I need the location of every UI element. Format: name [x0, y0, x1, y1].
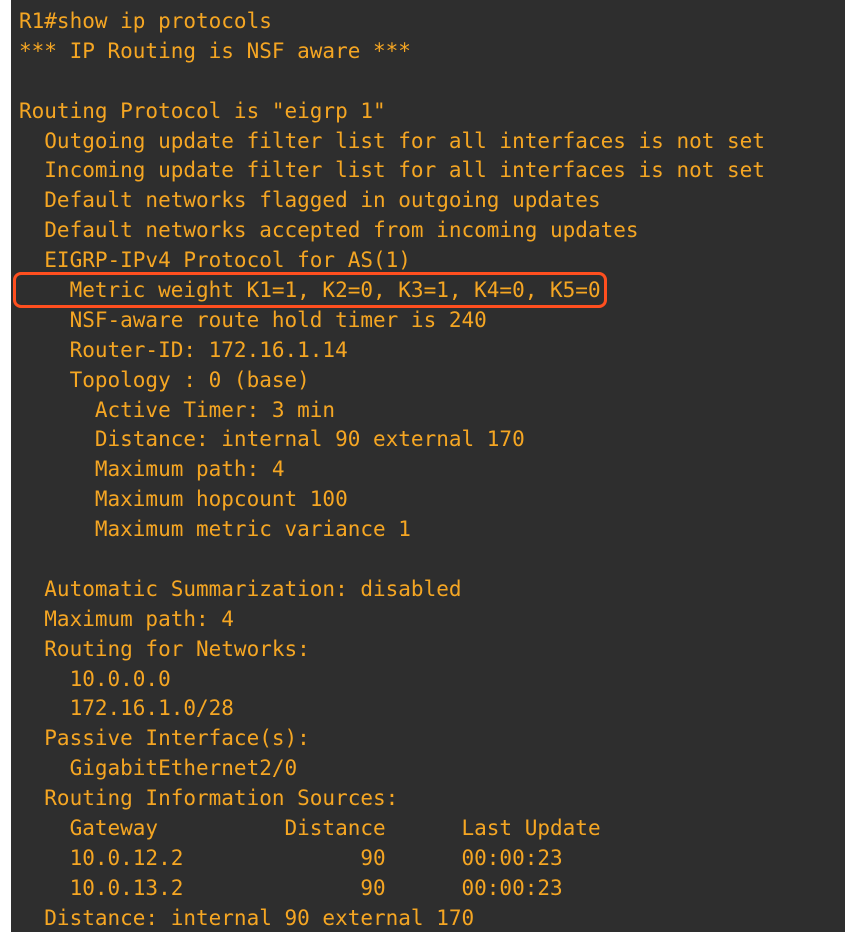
terminal-line: Active Timer: 3 min	[11, 396, 845, 426]
terminal-line: Routing Protocol is "eigrp 1"	[11, 97, 845, 127]
terminal-line-text: GigabitEthernet2/0	[19, 756, 298, 781]
terminal-line-text: *** IP Routing is NSF aware ***	[19, 38, 411, 63]
terminal-line-text: Routing Information Sources:	[19, 786, 399, 811]
terminal-line-text: Topology : 0 (base)	[19, 367, 310, 392]
terminal-line-text: 10.0.0.0	[19, 666, 171, 691]
terminal-line: EIGRP-IPv4 Protocol for AS(1)	[11, 246, 845, 276]
terminal-line-text: Routing Protocol is "eigrp 1"	[19, 98, 386, 123]
terminal-line: Gateway Distance Last Update	[11, 814, 845, 844]
terminal-line-text: EIGRP-IPv4 Protocol for AS(1)	[19, 248, 411, 273]
terminal-line-text: Distance: internal 90 external 170	[19, 905, 475, 930]
terminal-line: Default networks flagged in outgoing upd…	[11, 186, 845, 216]
terminal-line: 172.16.1.0/28	[11, 694, 845, 724]
terminal-line-text: Router-ID: 172.16.1.14	[19, 337, 348, 362]
terminal-line-text: Passive Interface(s):	[19, 726, 310, 751]
terminal-line: Router-ID: 172.16.1.14	[11, 336, 845, 366]
terminal-line: Maximum path: 4	[11, 605, 845, 635]
terminal-line: Default networks accepted from incoming …	[11, 216, 845, 246]
terminal-line: 10.0.12.2 90 00:00:23	[11, 844, 845, 874]
terminal-line-text: R1#show ip protocols	[19, 9, 272, 33]
terminal-line-text: 172.16.1.0/28	[19, 696, 234, 721]
terminal-line: 10.0.13.2 90 00:00:23	[11, 874, 845, 904]
terminal-line-text: Maximum path: 4	[19, 457, 285, 482]
terminal-line: Topology : 0 (base)	[11, 366, 845, 396]
terminal-line: Automatic Summarization: disabled	[11, 575, 845, 605]
terminal-line: Routing for Networks:	[11, 635, 845, 665]
terminal-line: Routing Information Sources:	[11, 784, 845, 814]
terminal-line: Outgoing update filter list for all inte…	[11, 127, 845, 157]
terminal-line-text: Maximum hopcount 100	[19, 487, 348, 512]
terminal-line: Maximum metric variance 1	[11, 515, 845, 545]
terminal-line-text: Default networks accepted from incoming …	[19, 218, 639, 243]
terminal-line-text: 10.0.13.2 90 00:00:23	[19, 875, 563, 900]
terminal-line-text: Active Timer: 3 min	[19, 397, 336, 422]
terminal-line-text: Routing for Networks:	[19, 636, 310, 661]
terminal-line-text: Gateway Distance Last Update	[19, 816, 601, 841]
terminal-line-text: NSF-aware route hold timer is 240	[19, 307, 487, 332]
terminal-line: *** IP Routing is NSF aware ***	[11, 37, 845, 67]
terminal-line-text: Incoming update filter list for all inte…	[19, 158, 765, 183]
terminal-line: Incoming update filter list for all inte…	[11, 156, 845, 186]
terminal-line: R1#show ip protocols	[11, 7, 845, 37]
terminal-line: 10.0.0.0	[11, 665, 845, 695]
terminal-line: Passive Interface(s):	[11, 724, 845, 754]
terminal-line: Maximum path: 4	[11, 455, 845, 485]
terminal-line-text: Metric weight K1=1, K2=0, K3=1, K4=0, K5…	[13, 272, 607, 309]
terminal-line-text: Default networks flagged in outgoing upd…	[19, 188, 601, 213]
terminal-line: GigabitEthernet2/0	[11, 754, 845, 784]
highlighted-terminal-line: Metric weight K1=1, K2=0, K3=1, K4=0, K5…	[11, 272, 845, 309]
terminal-line-text: Automatic Summarization: disabled	[19, 576, 462, 601]
terminal-line-text: Outgoing update filter list for all inte…	[19, 128, 765, 153]
terminal-line-text: Maximum metric variance 1	[19, 517, 411, 542]
terminal-line-text: Distance: internal 90 external 170	[19, 427, 525, 452]
terminal-line-text: 10.0.12.2 90 00:00:23	[19, 845, 563, 870]
terminal-line: Maximum hopcount 100	[11, 485, 845, 515]
terminal-line-text: Maximum path: 4	[19, 606, 234, 631]
terminal-output: R1#show ip protocols *** IP Routing is NS…	[11, 0, 845, 932]
terminal-line: Distance: internal 90 external 170	[11, 425, 845, 455]
terminal-line: NSF-aware route hold timer is 240	[11, 306, 845, 336]
terminal-line: Distance: internal 90 external 170	[11, 904, 845, 932]
